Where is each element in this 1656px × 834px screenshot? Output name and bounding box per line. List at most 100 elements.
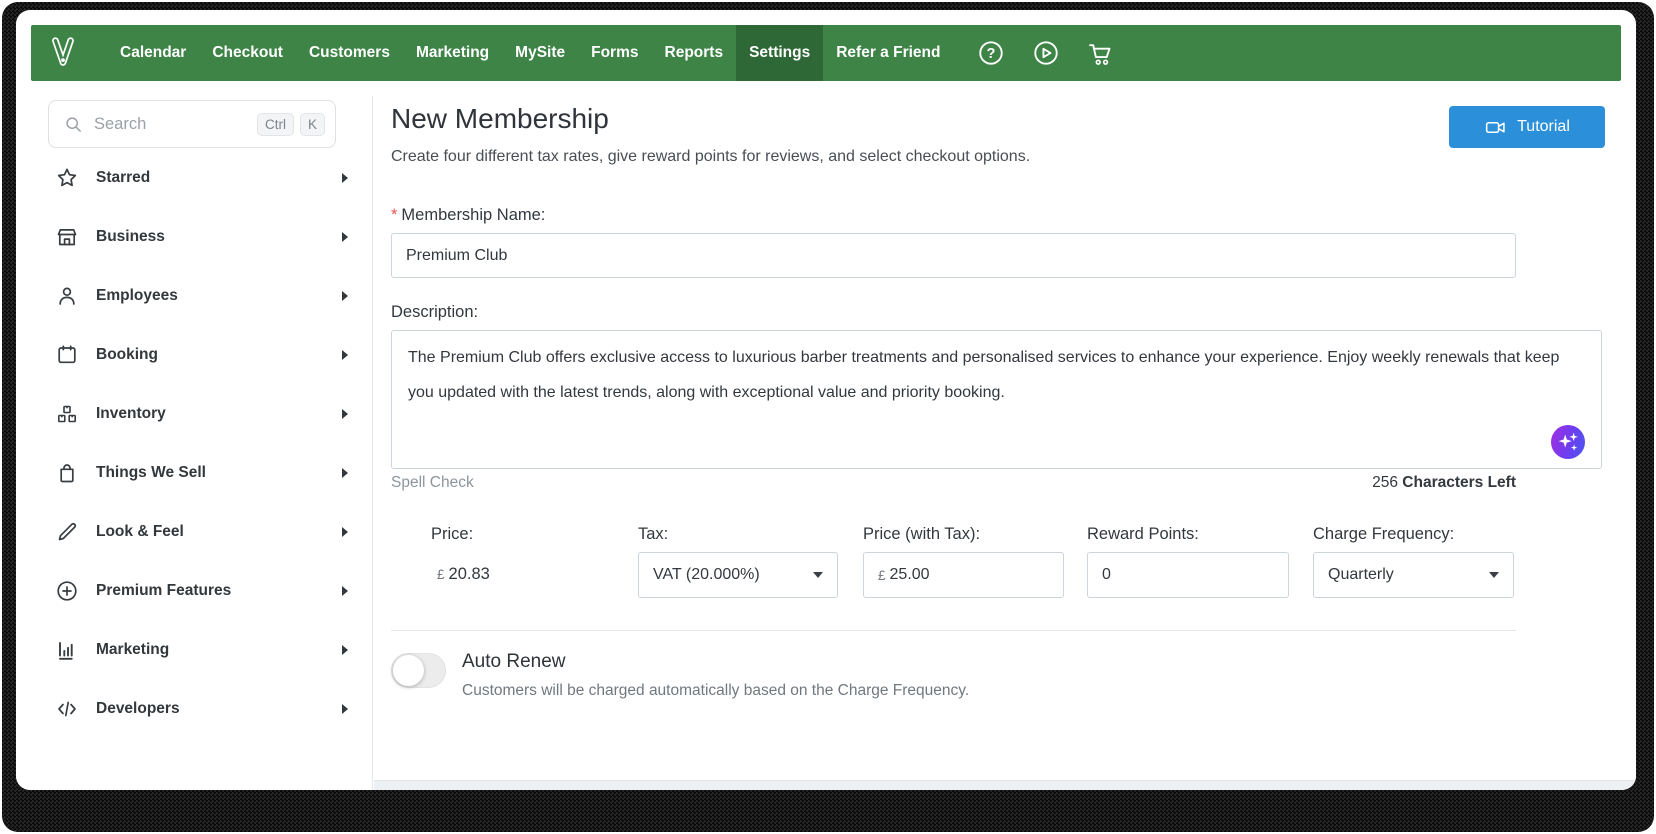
chevron-down-icon <box>813 572 823 578</box>
reward-points-input[interactable] <box>1087 552 1289 598</box>
sidebar-item-developers[interactable]: Developers <box>16 679 372 738</box>
description-textarea[interactable]: The Premium Club offers exclusive access… <box>392 331 1601 468</box>
nav-mysite[interactable]: MySite <box>502 25 578 81</box>
auto-renew-description: Customers will be charged automatically … <box>462 682 969 700</box>
sidebar-item-label: Business <box>96 228 165 246</box>
chevron-right-icon <box>342 704 348 714</box>
sidebar-item-business[interactable]: Business <box>16 207 372 266</box>
plus-circle-icon <box>55 579 79 603</box>
search-placeholder: Search <box>94 115 251 134</box>
person-icon <box>55 284 79 308</box>
navbar-icons: ? <box>977 39 1115 67</box>
star-icon <box>55 166 79 190</box>
sidebar-item-label: Marketing <box>96 641 169 659</box>
tax-select[interactable]: VAT (20.000%) <box>638 552 838 598</box>
top-navbar: Calendar Checkout Customers Marketing My… <box>31 25 1621 81</box>
tutorial-button[interactable]: Tutorial <box>1449 106 1605 148</box>
bar-chart-icon <box>55 638 79 662</box>
ai-assistant-icon[interactable] <box>1551 425 1585 459</box>
storefront-icon <box>55 225 79 249</box>
section-divider <box>391 630 1516 631</box>
chevron-right-icon <box>342 173 348 183</box>
cart-icon[interactable] <box>1087 39 1115 67</box>
chevron-right-icon <box>342 350 348 360</box>
video-camera-icon <box>1484 116 1507 139</box>
boxes-icon <box>55 402 79 426</box>
charge-frequency-label: Charge Frequency: <box>1313 525 1454 544</box>
sidebar-item-inventory[interactable]: Inventory <box>16 384 372 443</box>
chevron-right-icon <box>342 527 348 537</box>
auto-renew-toggle[interactable] <box>391 653 446 688</box>
chevron-right-icon <box>342 232 348 242</box>
calendar-icon <box>55 343 79 367</box>
charge-frequency-select[interactable]: Quarterly <box>1313 552 1514 598</box>
charge-frequency-value: Quarterly <box>1328 566 1394 584</box>
toggle-knob <box>393 655 424 686</box>
price-with-tax-input[interactable]: £ <box>863 552 1064 598</box>
nav-marketing[interactable]: Marketing <box>403 25 502 81</box>
nav-refer-a-friend[interactable]: Refer a Friend <box>823 25 953 81</box>
sidebar-item-premium-features[interactable]: Premium Features <box>16 561 372 620</box>
page-subtitle: Create four different tax rates, give re… <box>391 148 1030 166</box>
sidebar-item-booking[interactable]: Booking <box>16 325 372 384</box>
vagaro-logo-icon[interactable] <box>43 33 83 73</box>
main-content: New Membership Create four different tax… <box>374 81 1636 780</box>
characters-left: 256 Characters Left <box>391 474 1516 492</box>
page-title: New Membership <box>391 103 609 135</box>
description-field: The Premium Club offers exclusive access… <box>391 330 1602 469</box>
chevron-right-icon <box>342 409 348 419</box>
nav-settings[interactable]: Settings <box>736 25 823 81</box>
sidebar-item-label: Developers <box>96 700 180 718</box>
sidebar-item-label: Booking <box>96 346 158 364</box>
currency-symbol: £ <box>437 567 445 582</box>
svg-text:?: ? <box>987 46 996 62</box>
sidebar-item-starred[interactable]: Starred <box>16 148 372 207</box>
chevron-down-icon <box>1489 572 1499 578</box>
help-icon[interactable]: ? <box>977 39 1005 67</box>
price-value: £20.83 <box>437 565 490 584</box>
nav-checkout[interactable]: Checkout <box>199 25 296 81</box>
auto-renew-label: Auto Renew <box>462 651 566 673</box>
nav-calendar[interactable]: Calendar <box>107 25 199 81</box>
price-with-tax-label: Price (with Tax): <box>863 525 980 544</box>
chevron-right-icon <box>342 468 348 478</box>
nav-reports[interactable]: Reports <box>652 25 737 81</box>
price-with-tax-value[interactable] <box>890 566 1049 584</box>
sidebar-item-label: Starred <box>96 169 150 187</box>
play-video-icon[interactable] <box>1032 39 1060 67</box>
tax-select-value: VAT (20.000%) <box>653 566 760 584</box>
currency-symbol: £ <box>878 568 886 583</box>
sidebar-item-label: Employees <box>96 287 178 305</box>
kbd-k: K <box>300 113 325 136</box>
main-footer-strip <box>374 780 1636 790</box>
reward-points-value[interactable] <box>1102 566 1274 584</box>
sidebar-item-label: Premium Features <box>96 582 231 600</box>
description-label: Description: <box>391 303 478 322</box>
sidebar-item-things-we-sell[interactable]: Things We Sell <box>16 443 372 502</box>
nav-customers[interactable]: Customers <box>296 25 403 81</box>
shopping-bag-icon <box>55 461 79 485</box>
app-window: Calendar Checkout Customers Marketing My… <box>0 0 1656 834</box>
sidebar-item-look-and-feel[interactable]: Look & Feel <box>16 502 372 561</box>
pencil-icon <box>55 520 79 544</box>
sidebar: Search Ctrl K Starred Business <box>16 96 373 790</box>
kbd-ctrl: Ctrl <box>257 113 294 136</box>
chevron-right-icon <box>342 645 348 655</box>
chevron-right-icon <box>342 291 348 301</box>
chevron-right-icon <box>342 586 348 596</box>
membership-name-label: *Membership Name: <box>391 206 545 225</box>
search-input[interactable]: Search Ctrl K <box>48 100 336 148</box>
search-icon <box>63 114 84 135</box>
membership-name-input[interactable] <box>391 233 1516 278</box>
sidebar-item-label: Look & Feel <box>96 523 184 541</box>
sidebar-menu: Starred Business Employees <box>16 148 372 738</box>
required-asterisk: * <box>391 206 397 224</box>
nav-forms[interactable]: Forms <box>578 25 651 81</box>
reward-points-label: Reward Points: <box>1087 525 1199 544</box>
sidebar-item-employees[interactable]: Employees <box>16 266 372 325</box>
sidebar-item-label: Inventory <box>96 405 166 423</box>
code-icon <box>55 697 79 721</box>
sidebar-item-marketing[interactable]: Marketing <box>16 620 372 679</box>
app-card: Calendar Checkout Customers Marketing My… <box>16 10 1636 790</box>
price-label: Price: <box>431 525 473 544</box>
